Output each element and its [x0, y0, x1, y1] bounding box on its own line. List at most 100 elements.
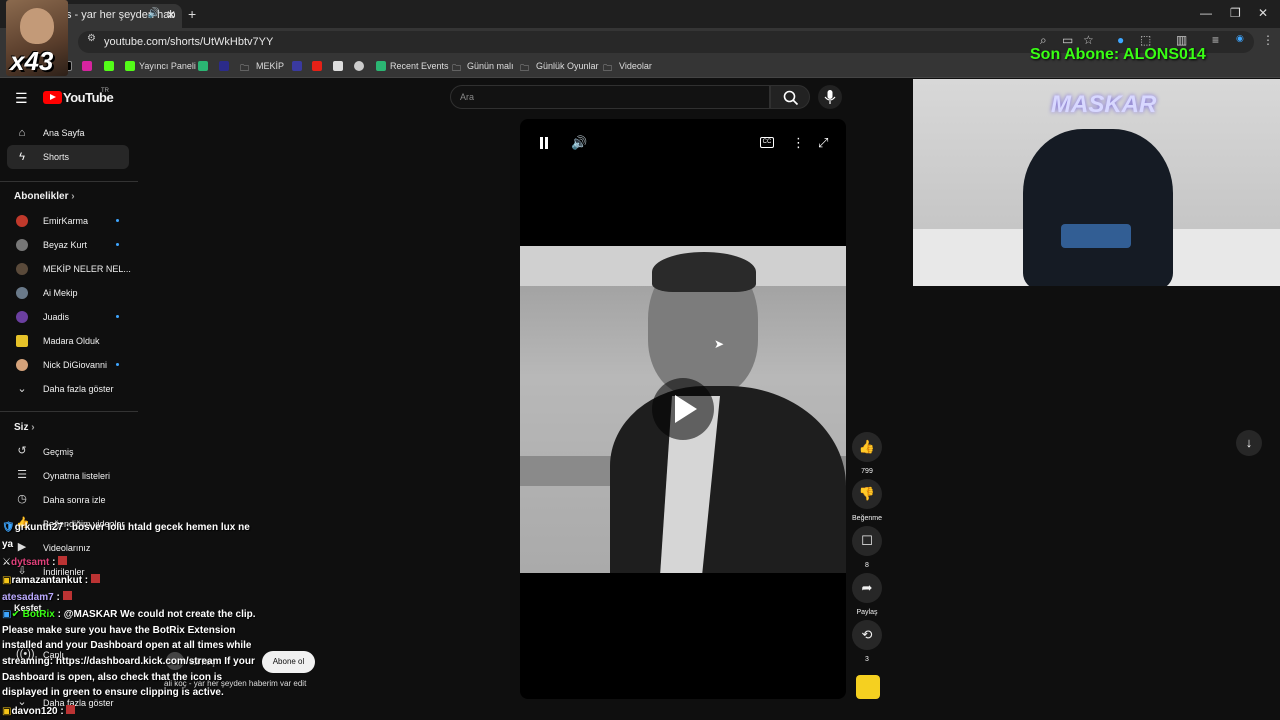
search-box[interactable]: Ara [450, 85, 770, 109]
dislike-action[interactable]: 👎 Beğenme [852, 479, 882, 522]
last-subscriber: Son Abone: ALONS014 [1030, 46, 1206, 63]
comment-icon[interactable]: ☐ [852, 526, 882, 556]
bookmark-recent-events[interactable]: Recent Events [390, 61, 449, 71]
streamelements-icon [376, 61, 386, 71]
new-content-dot [116, 363, 119, 366]
shorts-icon[interactable]: ϟ [16, 151, 28, 163]
sidebar-item-your-videos[interactable]: Videolarınız [43, 543, 90, 553]
voice-search-button[interactable] [818, 85, 842, 109]
your-videos-icon[interactable]: ▶ [16, 541, 28, 553]
share-icon[interactable]: ➦ [852, 573, 882, 603]
sidebar-item-channel[interactable]: Beyaz Kurt [43, 240, 87, 250]
bookmark-icon[interactable] [292, 61, 302, 71]
instagram-bookmark-icon[interactable] [82, 61, 92, 71]
volume-icon[interactable]: 🔊 [571, 135, 587, 151]
restore-icon[interactable]: ❐ [1230, 6, 1241, 20]
sidebar-item-channel[interactable]: Nick DiGiovanni [43, 360, 107, 370]
bookmark-mekip[interactable]: MEKİP [256, 61, 284, 71]
remix-icon[interactable]: ⟲ [852, 620, 882, 650]
media-icon[interactable]: ≡ [1212, 33, 1219, 47]
subscribe-button[interactable]: Abone ol [262, 651, 315, 673]
close-tab-icon[interactable]: ✕ [166, 8, 176, 22]
you-header[interactable]: Siz › [14, 422, 35, 433]
remix-count: 3 [865, 656, 869, 663]
hamburger-menu-icon[interactable]: ☰ [15, 90, 28, 107]
watch-later-icon[interactable]: ◷ [16, 493, 28, 505]
browser-tab[interactable]: s - yar her şeyden hab 🔊 ✕ [58, 4, 182, 28]
chevron-right-icon: › [31, 422, 35, 433]
sidebar-item-watch-later[interactable]: Daha sonra izle [43, 495, 106, 505]
new-tab-icon[interactable]: + [188, 6, 196, 22]
extensions-puzzle-icon[interactable]: ⬚ [1140, 33, 1151, 47]
sidebar-icon[interactable]: ▥ [1176, 33, 1187, 47]
like-action[interactable]: 👍 799 [852, 432, 882, 475]
youtube-logo-icon[interactable] [43, 91, 62, 104]
channel-avatar[interactable] [16, 215, 28, 227]
subscriptions-header[interactable]: Abonelikler › [14, 191, 75, 202]
chat-message: 🛡grkuntn27 : bosver lolu htald gecek hem… [2, 522, 250, 533]
comments-action[interactable]: ☐ 8 [852, 526, 882, 569]
nav-home[interactable]: Ana Sayfa [43, 128, 85, 138]
bookmark-icon[interactable] [219, 61, 229, 71]
pause-icon[interactable] [539, 137, 549, 149]
show-more-subscriptions[interactable]: Daha fazla göster [43, 384, 114, 394]
bookmark-gunun-mali[interactable]: Günün malı [467, 61, 514, 71]
chat-text: : [49, 557, 56, 568]
sidebar-item-channel[interactable]: Ai Mekip [43, 288, 78, 298]
bookmark-gunluk-oyunlar[interactable]: Günlük Oyunlar [536, 61, 599, 71]
nav-shorts[interactable]: Shorts [43, 152, 69, 162]
bookmark-icon[interactable] [354, 61, 364, 71]
minimize-icon[interactable]: — [1200, 6, 1212, 20]
chat-message: streaming: https://dashboard.kick.com/st… [2, 656, 255, 667]
captions-icon[interactable]: CC [760, 137, 774, 148]
menu-kebab-icon[interactable]: ⋮ [1262, 33, 1274, 47]
fullscreen-icon[interactable]: ⤢ [818, 135, 828, 151]
history-icon[interactable]: ↺ [16, 445, 28, 457]
bookmark-videolar[interactable]: Videolar [619, 61, 652, 71]
kick-bookmark-icon[interactable] [104, 61, 114, 71]
window-close-icon[interactable]: ✕ [1258, 6, 1268, 20]
bookmark-yayinci-paneli[interactable]: Yayıncı Paneli [139, 61, 196, 71]
play-button[interactable] [652, 378, 714, 440]
like-icon[interactable]: 👍 [852, 432, 882, 462]
share-label: Paylaş [856, 609, 878, 616]
play-icon [50, 94, 56, 100]
sidebar-item-channel[interactable]: Juadis [43, 312, 69, 322]
playlists-icon[interactable]: ☰ [16, 469, 28, 481]
sound-thumbnail[interactable] [856, 675, 880, 699]
channel-avatar[interactable] [16, 311, 28, 323]
image-bookmark-icon[interactable] [333, 61, 343, 71]
sidebar-item-channel[interactable]: MEKİP NELER NEL... [43, 264, 131, 274]
channel-avatar[interactable] [16, 359, 28, 371]
remix-action[interactable]: ⟲ 3 [852, 620, 882, 663]
sidebar-item-playlists[interactable]: Oynatma listeleri [43, 471, 110, 481]
extension-icon[interactable]: ● [1117, 33, 1124, 47]
channel-avatar[interactable] [16, 335, 28, 347]
folder-icon: 🗀 [603, 63, 613, 73]
speaker-icon[interactable]: 🔊 [148, 8, 160, 19]
chevron-down-icon[interactable]: ⌄ [16, 383, 28, 395]
bookmark-star-icon[interactable]: ☆ [1083, 33, 1094, 47]
bookmark-icon[interactable] [198, 61, 208, 71]
sidebar-item-history[interactable]: Geçmiş [43, 447, 74, 457]
channel-avatar[interactable] [16, 287, 28, 299]
chat-message: ▣davon120 : [2, 705, 76, 717]
dislike-icon[interactable]: 👎 [852, 479, 882, 509]
sidebar-item-channel[interactable]: EmirKarma [43, 216, 88, 226]
home-icon[interactable]: ⌂ [16, 127, 28, 139]
profile-icon[interactable]: ◉ [1236, 33, 1244, 44]
channel-avatar[interactable] [16, 263, 28, 275]
sidebar-item-channel[interactable]: Madara Olduk [43, 336, 100, 346]
share-action[interactable]: ➦ Paylaş [852, 573, 882, 616]
youtube-bookmark-icon[interactable] [312, 61, 322, 71]
more-options-icon[interactable]: ⋮ [792, 135, 805, 151]
sidebar-divider [0, 181, 138, 182]
search-button[interactable] [770, 85, 810, 109]
microphone-icon [824, 90, 836, 104]
cast-icon[interactable]: ▭ [1062, 33, 1073, 47]
channel-avatar[interactable] [16, 239, 28, 251]
site-info-icon[interactable]: ⚙ [87, 33, 96, 44]
person-suit [610, 386, 846, 573]
next-video-icon[interactable]: ↓ [1236, 430, 1262, 456]
url-text[interactable]: youtube.com/shorts/UtWkHbtv7YY [104, 36, 273, 48]
